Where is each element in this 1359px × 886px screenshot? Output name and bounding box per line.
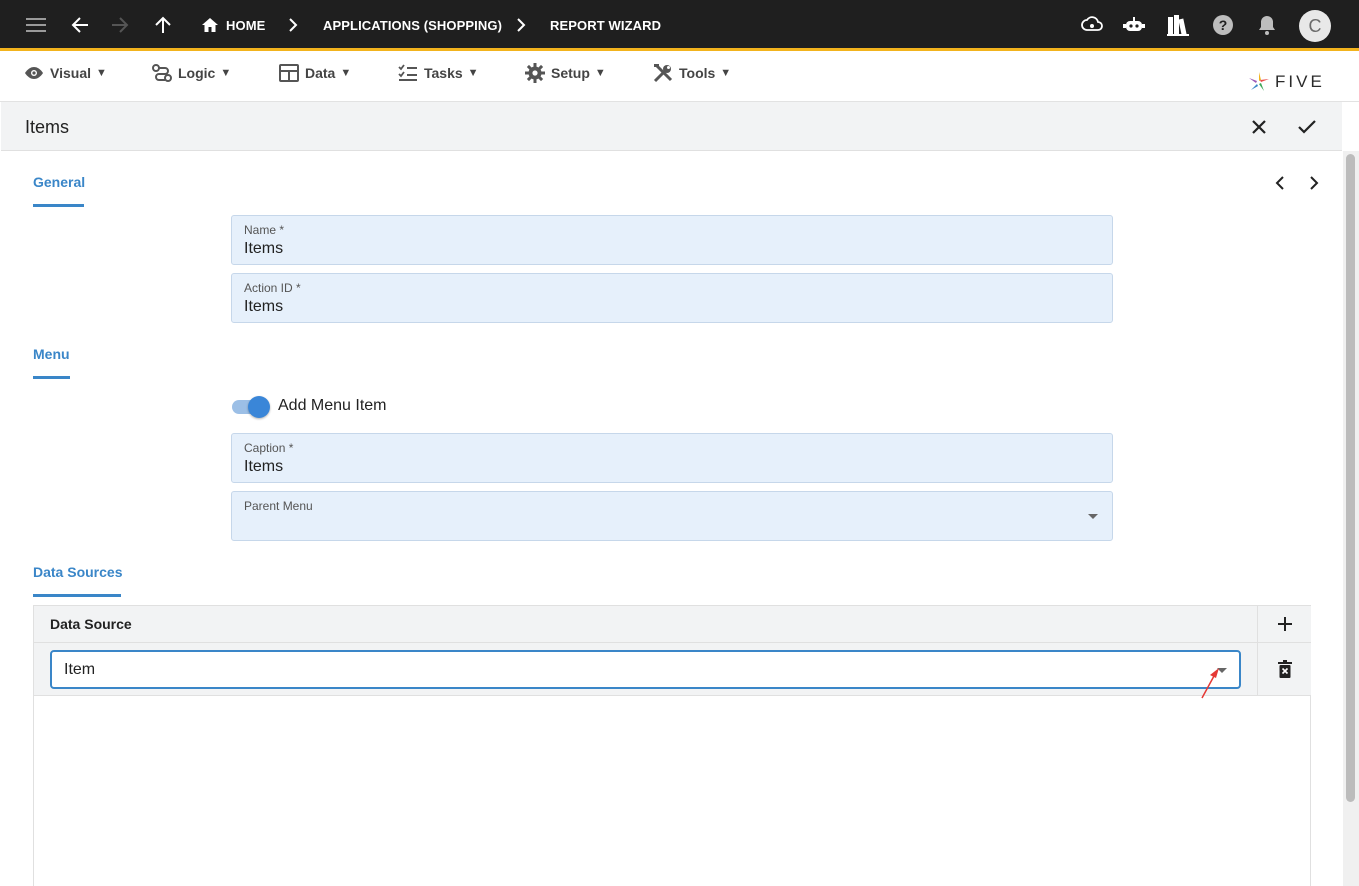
menu-visual-label: Visual — [50, 65, 91, 81]
section-data-sources[interactable]: Data Sources — [33, 564, 122, 580]
annotation-arrow-icon — [1201, 668, 1219, 699]
parent-menu-label: Parent Menu — [244, 499, 313, 513]
chevron-right-icon — [509, 13, 533, 37]
delete-icon — [1277, 660, 1292, 678]
home-icon[interactable] — [198, 13, 222, 37]
table-row: Item — [34, 643, 1258, 696]
menu-data-label: Data — [305, 65, 336, 81]
add-menu-item-toggle[interactable] — [232, 396, 270, 418]
caret-down-icon: ▼ — [467, 67, 479, 79]
form-title: Items — [25, 117, 70, 137]
caption-field-value[interactable]: Items — [244, 458, 283, 476]
top-app-bar: HOME APPLICATIONS (SHOPPING) REPORT WIZA… — [0, 0, 1359, 51]
save-button[interactable] — [1294, 114, 1320, 140]
delete-row-button[interactable] — [1258, 643, 1311, 696]
caret-down-icon: ▼ — [220, 67, 232, 79]
tools-icon — [653, 63, 673, 83]
previous-page-button[interactable] — [1271, 174, 1289, 192]
close-icon — [1252, 120, 1266, 134]
menu-tools[interactable]: Tools ▼ — [653, 62, 731, 84]
five-logo: FIVE — [1247, 69, 1325, 95]
section-general[interactable]: General — [33, 174, 85, 190]
gear-icon — [525, 63, 545, 83]
up-arrow-icon[interactable] — [151, 13, 175, 37]
five-logo-text: FIVE — [1275, 72, 1325, 91]
data-source-column-header: Data Source — [50, 616, 132, 632]
check-icon — [1298, 120, 1316, 134]
notification-bell-icon[interactable] — [1255, 13, 1279, 37]
action-id-field-value[interactable]: Items — [244, 298, 283, 316]
menu-tools-label: Tools — [679, 65, 716, 81]
caret-down-icon: ▼ — [720, 67, 732, 79]
add-menu-item-label: Add Menu Item — [278, 397, 387, 414]
cloud-settings-icon[interactable] — [1080, 13, 1104, 37]
library-books-icon[interactable] — [1166, 13, 1190, 37]
robot-assistant-icon[interactable] — [1122, 13, 1146, 37]
action-id-field-label: Action ID * — [244, 281, 301, 295]
section-general-underline — [33, 204, 84, 207]
name-field-value[interactable]: Items — [244, 240, 283, 258]
hamburger-menu-icon[interactable] — [24, 13, 48, 37]
menu-setup-label: Setup — [551, 65, 590, 81]
toggle-knob — [248, 396, 270, 418]
grid-header: Data Source — [34, 606, 1258, 643]
action-id-field[interactable]: Action ID * Items — [231, 273, 1113, 323]
caption-field-label: Caption * — [244, 441, 294, 455]
caret-down-icon: ▼ — [340, 67, 352, 79]
logic-icon — [152, 64, 172, 82]
chevron-right-icon — [1310, 176, 1319, 190]
data-source-grid: Data Source Item — [33, 605, 1311, 886]
data-source-value[interactable]: Item — [64, 661, 95, 679]
breadcrumb-applications[interactable]: APPLICATIONS (SHOPPING) — [323, 18, 502, 33]
menu-visual[interactable]: Visual ▼ — [24, 62, 107, 84]
chevron-left-icon — [1275, 176, 1284, 190]
five-logo-mark-icon — [1249, 72, 1269, 91]
back-arrow-icon[interactable] — [68, 13, 92, 37]
svg-text:?: ? — [1219, 17, 1228, 33]
caption-field[interactable]: Caption * Items — [231, 433, 1113, 483]
section-data-sources-underline — [33, 594, 121, 597]
data-source-select[interactable]: Item — [50, 650, 1241, 689]
plus-icon — [1277, 617, 1292, 631]
table-icon — [279, 64, 299, 82]
name-field[interactable]: Name * Items — [231, 215, 1113, 265]
help-icon[interactable]: ? — [1211, 13, 1235, 37]
user-avatar[interactable]: C — [1299, 10, 1331, 42]
parent-menu-select[interactable]: Parent Menu — [231, 491, 1113, 541]
section-menu-underline — [33, 376, 70, 379]
cancel-button[interactable] — [1246, 114, 1272, 140]
chevron-right-icon — [281, 13, 305, 37]
menu-tasks-label: Tasks — [424, 65, 463, 81]
menu-tasks[interactable]: Tasks ▼ — [398, 62, 479, 84]
scrollbar-thumb[interactable] — [1346, 154, 1355, 802]
dropdown-arrow-icon[interactable] — [1088, 514, 1098, 519]
add-row-button[interactable] — [1258, 606, 1311, 643]
eye-icon — [25, 67, 43, 79]
breadcrumb-home[interactable]: HOME — [226, 18, 265, 33]
caret-down-icon: ▼ — [594, 67, 606, 79]
checklist-icon — [398, 64, 417, 81]
breadcrumb-report-wizard[interactable]: REPORT WIZARD — [550, 18, 661, 33]
section-menu[interactable]: Menu — [33, 346, 70, 362]
form-header: Items — [1, 102, 1342, 151]
name-field-label: Name * — [244, 223, 285, 237]
menu-data[interactable]: Data ▼ — [279, 62, 351, 84]
next-page-button[interactable] — [1305, 174, 1323, 192]
menu-logic[interactable]: Logic ▼ — [152, 62, 231, 84]
menu-logic-label: Logic — [178, 65, 216, 81]
caret-down-icon: ▼ — [96, 67, 107, 79]
menu-setup[interactable]: Setup ▼ — [525, 62, 606, 84]
main-menu-bar: Visual ▼ Logic ▼ Data ▼ Tasks ▼ Setup ▼ Tools… — [0, 54, 1359, 102]
forward-arrow-icon[interactable] — [108, 13, 132, 37]
